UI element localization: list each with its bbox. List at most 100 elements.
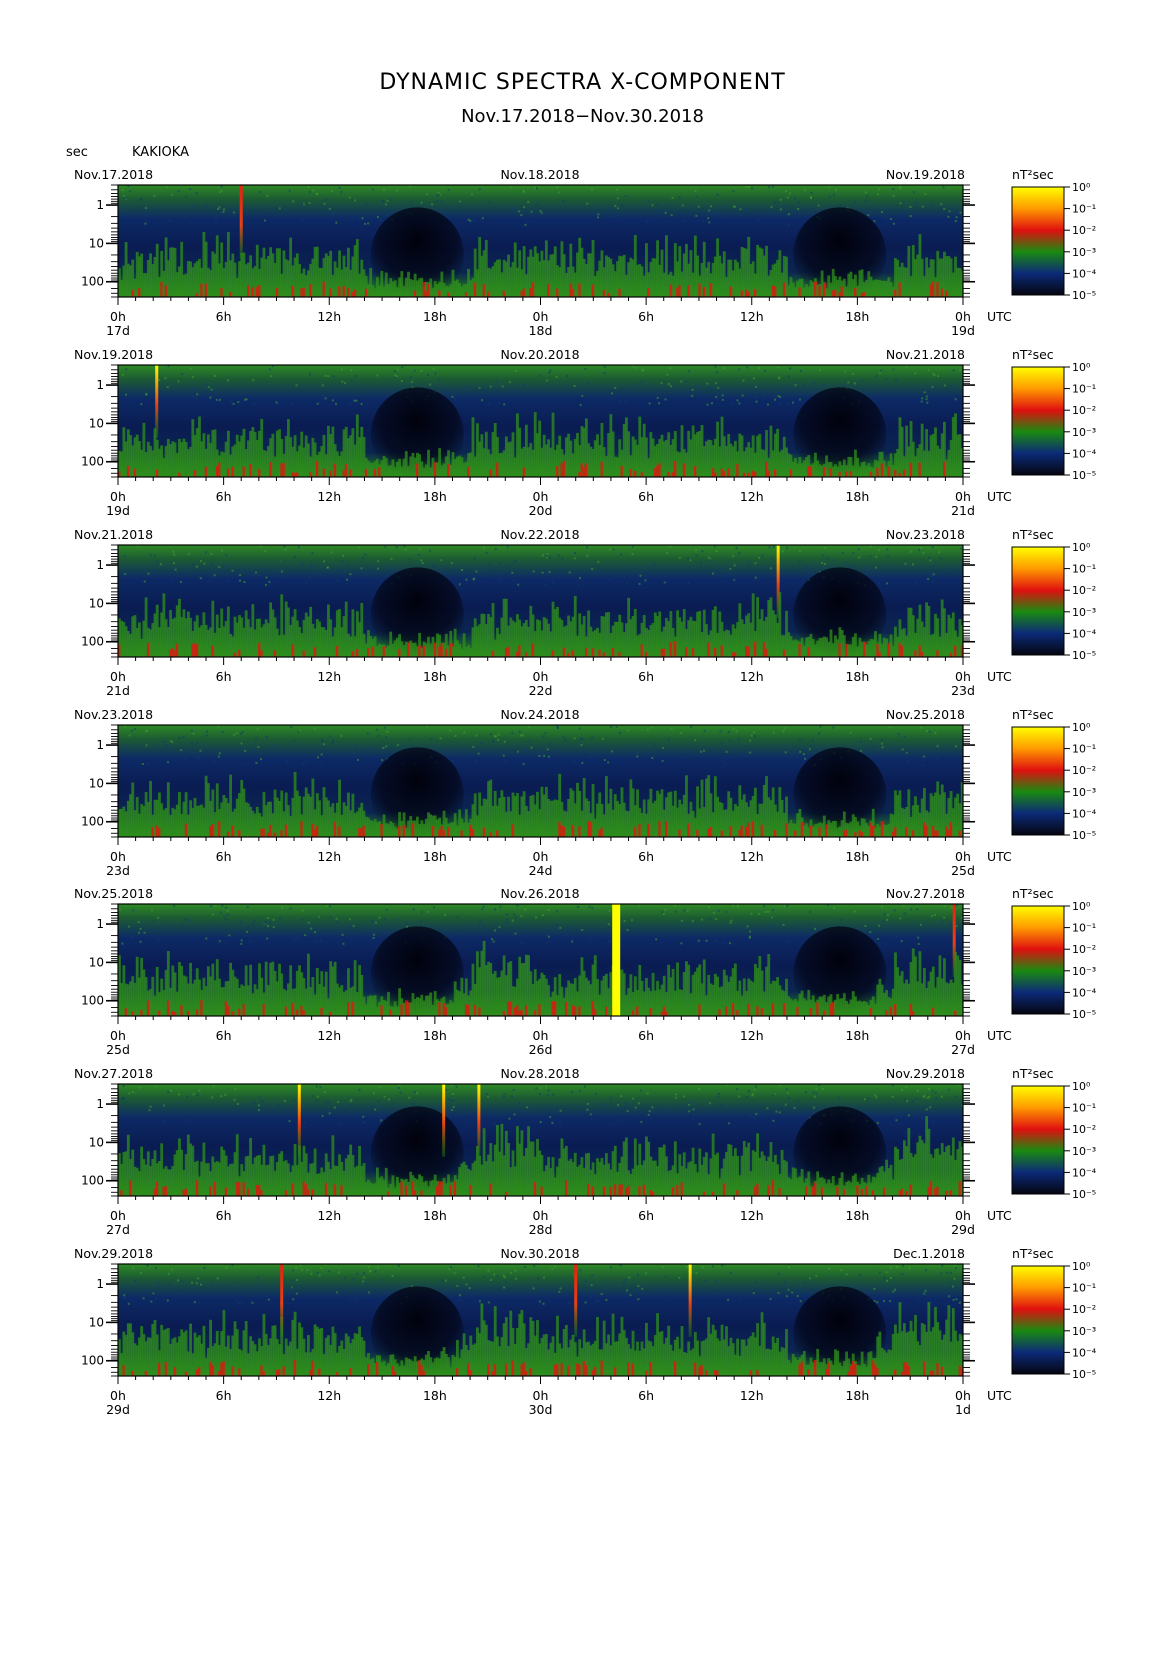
- texture-speckle: [530, 210, 533, 213]
- texture-speckle: [931, 914, 934, 917]
- texture-speckle: [167, 747, 170, 750]
- x-axis-unit: UTC: [987, 849, 1012, 864]
- texture-speckle: [954, 220, 957, 223]
- texture-speckle: [932, 1120, 935, 1123]
- texture-speckle: [810, 196, 813, 199]
- texture-speckle: [899, 187, 902, 190]
- x-tick-label: 6h: [638, 309, 654, 324]
- texture-speckle: [708, 209, 711, 212]
- colorbar-unit-label: nT²sec: [1012, 707, 1054, 722]
- texture-speckle: [729, 921, 732, 924]
- texture-speckle: [959, 369, 962, 372]
- texture-speckle: [348, 918, 351, 921]
- texture-speckle: [860, 379, 863, 382]
- colorbar-tick-label: 10⁻⁵: [1072, 1008, 1096, 1021]
- texture-speckle: [454, 212, 457, 215]
- texture-speckle: [564, 739, 567, 742]
- texture-speckle: [686, 909, 689, 912]
- texture-speckle: [875, 556, 878, 559]
- texture-speckle: [164, 744, 167, 747]
- texture-speckle: [557, 726, 560, 729]
- panel-date-right: Nov.27.2018: [886, 886, 965, 901]
- texture-speckle: [409, 185, 412, 188]
- texture-speckle: [924, 192, 927, 195]
- texture-speckle: [192, 1093, 195, 1096]
- texture-speckle: [922, 552, 925, 555]
- texture-speckle: [685, 380, 688, 383]
- texture-speckle: [191, 376, 194, 379]
- panel-date-right: Nov.19.2018: [886, 167, 965, 182]
- colorbar: [1011, 366, 1065, 476]
- texture-speckle: [323, 560, 326, 563]
- panel-date-right: Nov.29.2018: [886, 1066, 965, 1081]
- texture-speckle: [758, 912, 761, 915]
- x-tick-label: 18h: [845, 489, 869, 504]
- texture-speckle: [947, 215, 950, 218]
- texture-speckle: [311, 566, 314, 569]
- texture-speckle: [748, 935, 751, 938]
- texture-speckle: [894, 378, 897, 381]
- texture-speckle: [870, 545, 873, 548]
- texture-speckle: [869, 737, 872, 740]
- texture-speckle: [670, 385, 673, 388]
- texture-speckle: [389, 198, 392, 201]
- panel-date-right: Nov.21.2018: [886, 347, 965, 362]
- texture-speckle: [400, 380, 403, 383]
- texture-speckle: [703, 749, 706, 752]
- texture-speckle: [543, 754, 546, 757]
- texture-speckle: [345, 578, 348, 581]
- texture-speckle: [269, 921, 272, 924]
- texture-speckle: [312, 189, 315, 192]
- texture-speckle: [857, 548, 860, 551]
- texture-speckle: [904, 209, 907, 212]
- texture-speckle: [384, 203, 387, 206]
- texture-speckle: [255, 571, 258, 574]
- texture-speckle: [211, 1096, 214, 1099]
- texture-speckle: [357, 932, 360, 935]
- texture-speckle: [956, 1108, 959, 1111]
- texture-speckle: [303, 1121, 306, 1124]
- texture-speckle: [253, 402, 256, 405]
- texture-speckle: [183, 396, 186, 399]
- texture-speckle: [510, 930, 513, 933]
- texture-speckle: [469, 219, 472, 222]
- panel-plot-area: [118, 545, 963, 657]
- texture-speckle: [723, 367, 726, 370]
- texture-speckle: [732, 942, 735, 945]
- texture-speckle: [844, 561, 847, 564]
- texture-speckle: [227, 913, 230, 916]
- panel-date-mid: Nov.24.2018: [500, 707, 579, 722]
- texture-speckle: [331, 399, 334, 402]
- texture-speckle: [680, 919, 683, 922]
- texture-speckle: [909, 215, 912, 218]
- texture-speckle: [218, 398, 221, 401]
- texture-speckle: [917, 942, 920, 945]
- texture-speckle: [591, 568, 594, 571]
- texture-speckle: [771, 916, 774, 919]
- texture-speckle: [609, 578, 612, 581]
- texture-speckle: [302, 918, 305, 921]
- panel-date-left: Nov.25.2018: [74, 886, 153, 901]
- texture-speckle: [302, 1110, 305, 1113]
- texture-speckle: [377, 567, 380, 570]
- texture-speckle: [761, 554, 764, 557]
- texture-speckle: [942, 186, 945, 189]
- texture-speckle: [749, 739, 752, 742]
- texture-speckle: [591, 907, 594, 910]
- texture-speckle: [547, 1089, 550, 1092]
- texture-speckle: [672, 754, 675, 757]
- texture-speckle: [788, 192, 791, 195]
- colorbar-tick-label: 10⁻³: [1072, 786, 1096, 799]
- texture-speckle: [720, 742, 723, 745]
- texture-speckle: [752, 731, 755, 734]
- texture-speckle: [955, 925, 958, 928]
- texture-speckle: [773, 201, 776, 204]
- texture-speckle: [521, 734, 524, 737]
- texture-speckle: [118, 908, 121, 911]
- texture-speckle: [728, 756, 731, 759]
- texture-speckle: [783, 727, 786, 730]
- texture-speckle: [874, 938, 877, 941]
- texture-speckle: [770, 557, 773, 560]
- texture-speckle: [283, 1100, 286, 1103]
- texture-speckle: [688, 1101, 691, 1104]
